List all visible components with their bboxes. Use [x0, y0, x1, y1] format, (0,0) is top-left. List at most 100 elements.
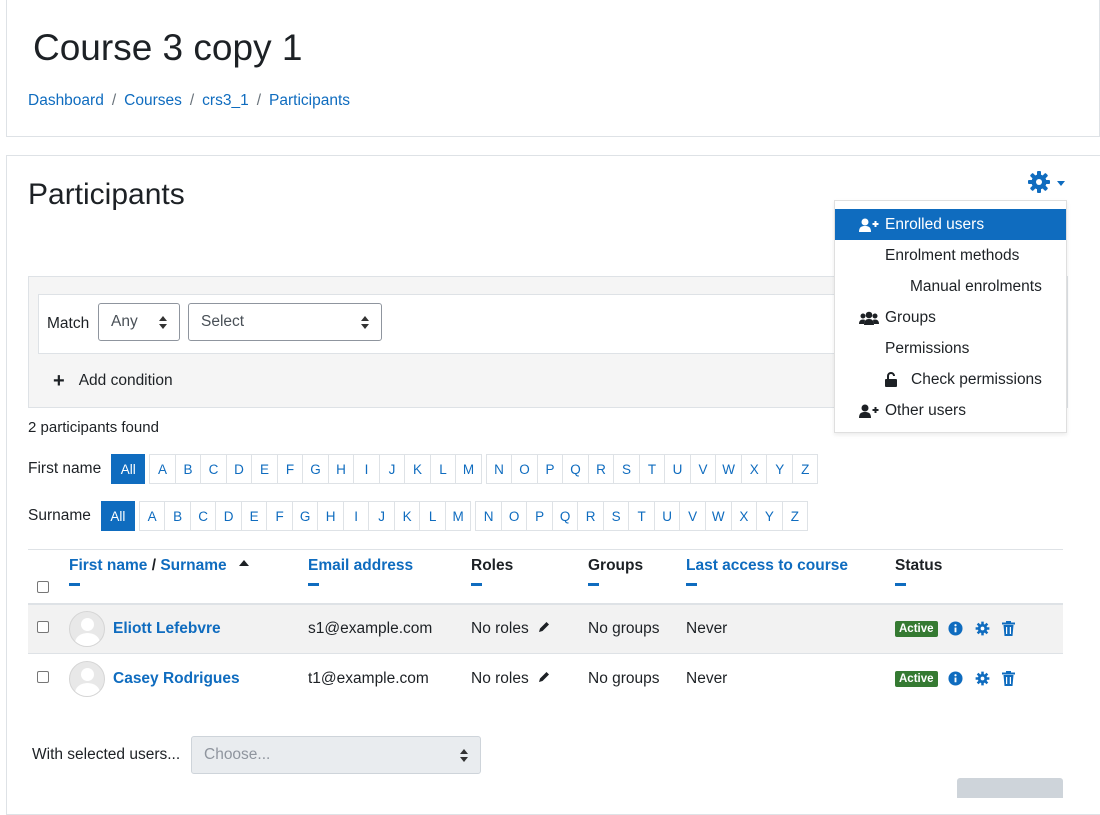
breadcrumb-courses[interactable]: Courses — [124, 92, 182, 110]
menu-item-other-users[interactable]: Other users — [835, 395, 1066, 426]
sort-surname-link[interactable]: Surname — [160, 557, 226, 574]
firstname-initial-j[interactable]: J — [378, 454, 406, 484]
surname-initial-g[interactable]: G — [291, 501, 319, 531]
collapse-column-icon[interactable] — [686, 583, 697, 586]
collapse-column-icon[interactable] — [471, 583, 482, 586]
surname-initial-w[interactable]: W — [704, 501, 732, 531]
firstname-initial-p[interactable]: P — [536, 454, 564, 484]
surname-initial-d[interactable]: D — [215, 501, 242, 531]
firstname-initial-i[interactable]: I — [353, 454, 380, 484]
roles-header: Roles — [471, 549, 588, 605]
settings-menu-toggle[interactable] — [1027, 170, 1065, 194]
firstname-initial-v[interactable]: V — [689, 454, 717, 484]
breadcrumb-course[interactable]: crs3_1 — [202, 92, 249, 110]
firstname-initial-f[interactable]: F — [276, 454, 304, 484]
sort-firstname-link[interactable]: First name — [69, 557, 147, 574]
user-name-link[interactable]: Casey Rodrigues — [113, 670, 240, 687]
user-plus-icon — [859, 218, 885, 232]
row-checkbox[interactable] — [37, 670, 49, 683]
menu-item-manual-enrolments[interactable]: Manual enrolments — [835, 271, 1066, 302]
user-name-link[interactable]: Eliott Lefebvre — [113, 620, 221, 637]
surname-initial-c[interactable]: C — [189, 501, 217, 531]
surname-initial-r[interactable]: R — [577, 501, 604, 531]
surname-initial-s[interactable]: S — [602, 501, 630, 531]
firstname-initial-r[interactable]: R — [587, 454, 615, 484]
surname-initial-a[interactable]: A — [138, 501, 166, 531]
info-icon[interactable] — [948, 671, 963, 686]
menu-item-enrolled-users[interactable]: Enrolled users — [835, 209, 1066, 240]
firstname-initial-o[interactable]: O — [511, 454, 538, 484]
firstname-initial-n[interactable]: N — [485, 454, 513, 484]
trash-icon[interactable] — [1001, 671, 1015, 687]
firstname-initial-t[interactable]: T — [638, 454, 666, 484]
collapse-column-icon[interactable] — [308, 583, 319, 586]
firstname-initial-b[interactable]: B — [174, 454, 202, 484]
breadcrumb-participants[interactable]: Participants — [269, 92, 350, 110]
surname-initial-y[interactable]: Y — [756, 501, 783, 531]
firstname-initial-m[interactable]: M — [455, 454, 482, 484]
firstname-initial-y[interactable]: Y — [766, 454, 793, 484]
collapse-column-icon[interactable] — [895, 583, 906, 586]
surname-initial-n[interactable]: N — [475, 501, 502, 531]
trash-icon[interactable] — [1001, 621, 1015, 637]
menu-item-check-permissions[interactable]: Check permissions — [835, 364, 1066, 395]
surname-initial-j[interactable]: J — [368, 501, 395, 531]
with-selected-select[interactable]: Choose... — [191, 736, 481, 774]
row-checkbox[interactable] — [37, 620, 49, 633]
collapse-column-icon[interactable] — [588, 583, 599, 586]
gear-icon[interactable] — [975, 671, 990, 686]
firstname-initial-w[interactable]: W — [715, 454, 742, 484]
surname-initial-v[interactable]: V — [679, 501, 706, 531]
collapse-column-icon[interactable] — [69, 583, 80, 586]
firstname-initial-all[interactable]: All — [111, 454, 146, 484]
pencil-icon[interactable] — [537, 620, 551, 634]
firstname-initial-d[interactable]: D — [225, 454, 253, 484]
surname-initial-z[interactable]: Z — [781, 501, 809, 531]
surname-initial-o[interactable]: O — [500, 501, 528, 531]
surname-initial-x[interactable]: X — [730, 501, 758, 531]
surname-initial-u[interactable]: U — [653, 501, 681, 531]
firstname-initial-a[interactable]: A — [149, 454, 176, 484]
info-icon[interactable] — [948, 621, 963, 636]
menu-item-enrolment-methods[interactable]: Enrolment methods — [835, 240, 1066, 271]
firstname-initial-l[interactable]: L — [429, 454, 457, 484]
menu-item-groups[interactable]: Groups — [835, 302, 1066, 333]
unlock-icon — [885, 372, 911, 387]
menu-item-permissions[interactable]: Permissions — [835, 333, 1066, 364]
gear-icon[interactable] — [975, 621, 990, 636]
sort-email-link[interactable]: Email address — [308, 557, 413, 574]
add-condition-button[interactable]: + Add condition — [53, 371, 173, 391]
surname-initial-all[interactable]: All — [100, 501, 135, 531]
firstname-initial-s[interactable]: S — [613, 454, 640, 484]
pencil-icon[interactable] — [537, 670, 551, 684]
surname-initial-l[interactable]: L — [419, 501, 446, 531]
surname-initial-p[interactable]: P — [526, 501, 553, 531]
firstname-initial-h[interactable]: H — [327, 454, 355, 484]
firstname-initial-z[interactable]: Z — [791, 454, 819, 484]
surname-initial-b[interactable]: B — [164, 501, 191, 531]
select-all-checkbox[interactable] — [37, 581, 49, 593]
firstname-initial-e[interactable]: E — [251, 454, 278, 484]
surname-initial-e[interactable]: E — [240, 501, 268, 531]
breadcrumb-dashboard[interactable]: Dashboard — [28, 92, 104, 110]
firstname-initial-q[interactable]: Q — [562, 454, 589, 484]
bottom-action-button[interactable] — [957, 778, 1063, 798]
firstname-initial-g[interactable]: G — [302, 454, 329, 484]
sort-lastaccess-link[interactable]: Last access to course — [686, 557, 848, 574]
surname-initial-k[interactable]: K — [393, 501, 421, 531]
user-email: s1@example.com — [308, 603, 471, 654]
firstname-initial-c[interactable]: C — [200, 454, 227, 484]
match-label: Match — [47, 315, 90, 332]
surname-initial-q[interactable]: Q — [551, 501, 579, 531]
page-header: Course 3 copy 1 Dashboard / Courses / cr… — [6, 0, 1100, 137]
match-select[interactable]: Any — [98, 303, 180, 341]
filter-type-select[interactable]: Select — [188, 303, 382, 341]
firstname-initial-u[interactable]: U — [664, 454, 691, 484]
firstname-initial-x[interactable]: X — [740, 454, 768, 484]
surname-initial-i[interactable]: I — [342, 501, 370, 531]
surname-initial-t[interactable]: T — [628, 501, 655, 531]
surname-initial-f[interactable]: F — [266, 501, 293, 531]
surname-initial-h[interactable]: H — [317, 501, 344, 531]
surname-initial-m[interactable]: M — [444, 501, 472, 531]
firstname-initial-k[interactable]: K — [404, 454, 431, 484]
